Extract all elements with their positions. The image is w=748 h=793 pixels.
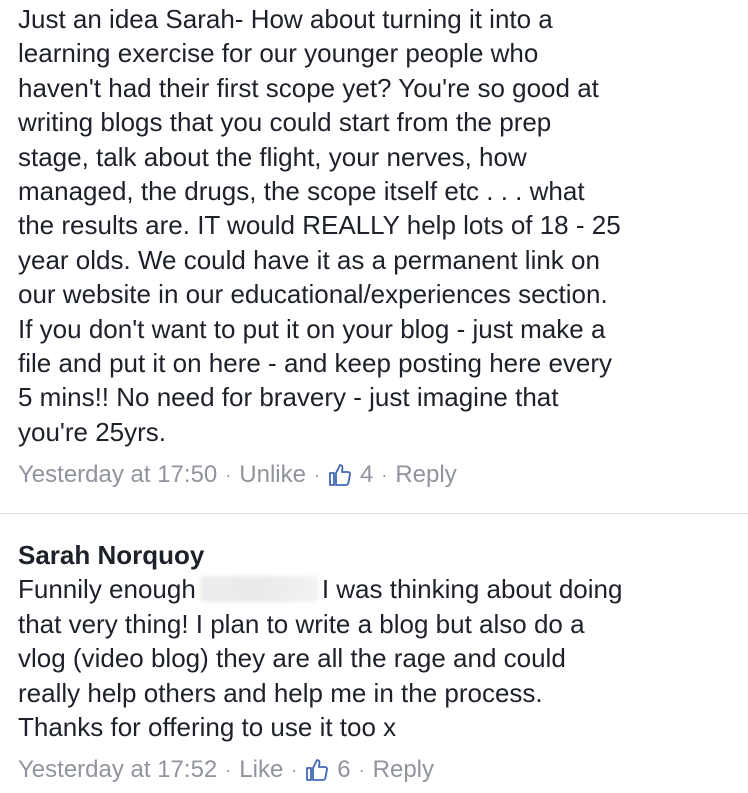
comment-text-start: Funnily enough <box>18 574 196 605</box>
redacted-name <box>199 576 318 603</box>
comment-author[interactable]: Sarah Norquoy <box>18 538 730 572</box>
comment-timestamp[interactable]: Yesterday at 17:52 <box>18 756 217 784</box>
comment-2: Sarah Norquoy Funnily enough I was thinki… <box>0 514 748 790</box>
thumbs-up-icon-svg <box>329 464 351 487</box>
comment-text: Just an idea Sarah- How about turning it… <box>18 4 621 447</box>
meta-separator: · <box>225 464 232 485</box>
comment-meta: Yesterday at 17:50 · Unlike · 4 · Reply <box>18 455 730 495</box>
like-count[interactable]: 6 <box>337 756 350 784</box>
meta-separator: · <box>381 464 388 485</box>
meta-separator: · <box>225 759 232 780</box>
comment-text: Funnily enough I was thinking about doing… <box>18 572 730 744</box>
thumbs-up-icon-svg <box>306 759 329 782</box>
comment-timestamp[interactable]: Yesterday at 17:50 <box>18 461 217 489</box>
thumbs-up-icon[interactable] <box>305 758 329 782</box>
comment-1: Just an idea Sarah- How about turning it… <box>0 0 748 495</box>
meta-separator: · <box>313 464 320 485</box>
reply-link[interactable]: Reply <box>373 756 434 784</box>
comment-meta: Yesterday at 17:52 · Like · 6 · Reply <box>18 750 730 790</box>
like-link[interactable]: Like <box>239 756 283 784</box>
unlike-link[interactable]: Unlike <box>239 461 306 489</box>
reply-link[interactable]: Reply <box>395 461 456 489</box>
thumbs-up-icon[interactable] <box>328 463 352 487</box>
meta-separator: · <box>291 759 298 780</box>
like-count[interactable]: 4 <box>360 461 373 489</box>
meta-separator: · <box>358 759 365 780</box>
